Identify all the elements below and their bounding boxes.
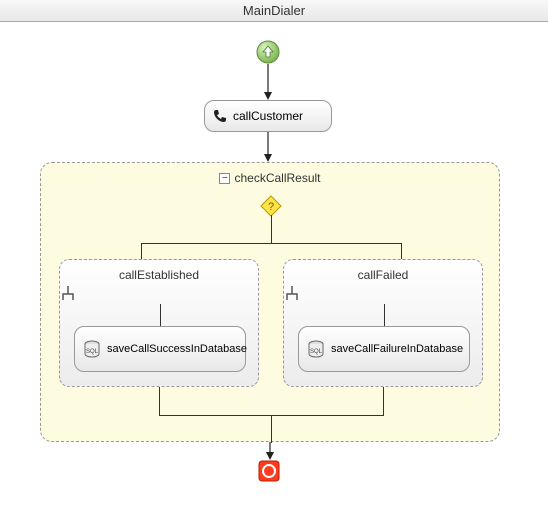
connector (141, 243, 401, 244)
end-node[interactable] (258, 460, 280, 482)
start-node[interactable] (256, 40, 280, 64)
svg-text:SQL: SQL (86, 349, 99, 355)
call-customer-action[interactable]: callCustomer (204, 100, 332, 132)
connector (384, 304, 385, 328)
title-bar: MainDialer (0, 0, 548, 22)
connector (160, 304, 161, 328)
action-label: callCustomer (233, 109, 323, 123)
inner-label: saveCallFailureInDatabase (331, 343, 463, 356)
svg-text:SQL: SQL (310, 349, 323, 355)
container-header: −checkCallResult (41, 171, 499, 185)
decision-node[interactable]: ? (260, 195, 282, 217)
diagram-title: MainDialer (243, 3, 305, 18)
connector (264, 64, 272, 100)
fork-icon (60, 286, 258, 302)
branch-label: callEstablished (60, 260, 258, 282)
connector (159, 387, 160, 415)
save-success-action[interactable]: SQL saveCallSuccessInDatabase (74, 326, 246, 372)
branch-label: callFailed (284, 260, 482, 282)
container-label: checkCallResult (234, 171, 320, 185)
check-call-result-container[interactable]: −checkCallResult ? callEstablished (40, 162, 500, 442)
connector (266, 442, 274, 460)
collapse-icon[interactable]: − (219, 173, 230, 184)
diagram-canvas: callCustomer −checkCallResult ? callEsta… (0, 22, 548, 530)
fork-icon (284, 286, 482, 302)
phone-icon (213, 109, 227, 123)
connector (383, 387, 384, 415)
connector (401, 243, 402, 259)
svg-text:?: ? (268, 201, 274, 213)
sql-icon: SQL (307, 340, 325, 358)
connector (141, 243, 142, 259)
inner-label: saveCallSuccessInDatabase (107, 343, 247, 356)
connector (271, 415, 272, 443)
sql-icon: SQL (83, 340, 101, 358)
connector (264, 132, 272, 162)
call-failed-branch[interactable]: callFailed SQL saveCallFailureInDatabase (283, 259, 483, 387)
save-failure-action[interactable]: SQL saveCallFailureInDatabase (298, 326, 470, 372)
call-established-branch[interactable]: callEstablished SQL saveCallSuccessInDat… (59, 259, 259, 387)
connector (271, 215, 272, 243)
